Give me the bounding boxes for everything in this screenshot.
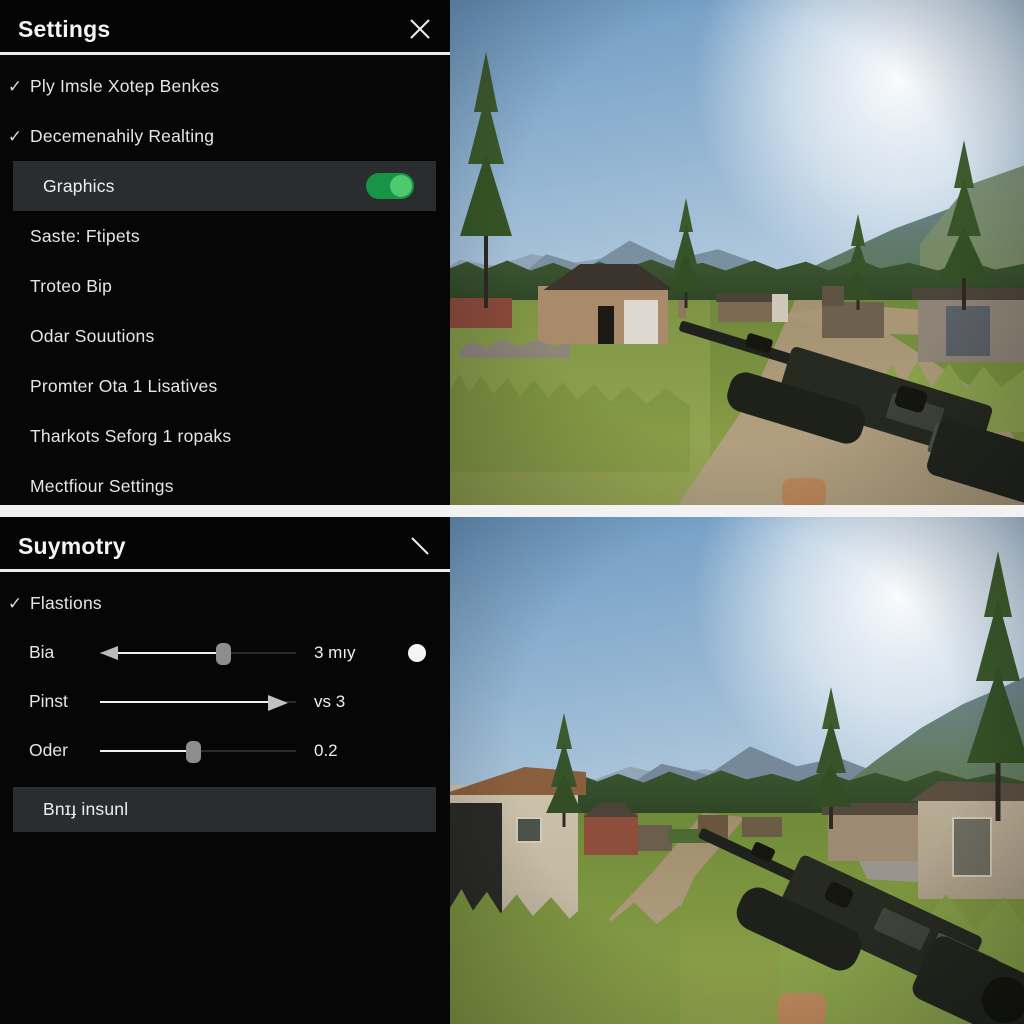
slider-value: vs 3 [314, 691, 346, 711]
player-weapon-rifle [630, 717, 1024, 1024]
panel-header-top: Settings [0, 0, 450, 55]
diagonal-slash-icon[interactable] [408, 534, 432, 558]
slider-label: Bia [29, 642, 55, 662]
bottom-half: Suymotry ✓ Flastions Bia 3 mıy Pinst vs … [0, 517, 1024, 1024]
game-viewport-top [450, 0, 1024, 507]
list-item-flastions[interactable]: ✓ Flastions [0, 578, 450, 628]
slider-track-fill [100, 749, 192, 752]
list-item[interactable]: ✓ Ply Imsle Xotep Benkes [0, 61, 450, 111]
settings-list-top: ✓ Ply Imsle Xotep Benkes ✓ Decemenahily … [0, 53, 450, 507]
slider-value: 3 mıy [314, 642, 356, 662]
list-item-label: Mectfiour Settings [30, 475, 174, 496]
list-item-label: Saste: Ftipets [30, 225, 140, 246]
page-title: Settings [18, 16, 111, 42]
action-row-label: Bnɪɟ insunl [43, 799, 129, 819]
list-item[interactable]: Troteo Bip [0, 261, 450, 311]
list-item[interactable]: Odar Souutions [0, 311, 450, 361]
slider-row-bia[interactable]: Bia 3 mıy [0, 628, 450, 677]
slider-label: Pinst [29, 691, 68, 711]
panel-header-bottom: Suymotry [0, 517, 450, 572]
slider-row-pinst[interactable]: Pinst vs 3 [0, 677, 450, 726]
player-hand [782, 478, 826, 507]
checkmark-icon: ✓ [7, 593, 23, 613]
slider-left-arrow-icon[interactable] [100, 645, 118, 660]
slider-track[interactable] [100, 690, 296, 714]
page-title: Suymotry [18, 533, 126, 559]
checkmark-icon: ✓ [7, 76, 23, 96]
left-house-window [516, 817, 542, 843]
list-item[interactable]: Promter Ota 1 Lisatives [0, 361, 450, 411]
settings-list-bottom: ✓ Flastions Bia 3 mıy Pinst vs 3 Oder 0.… [0, 570, 450, 832]
list-item-label: Promter Ota 1 Lisatives [30, 375, 218, 396]
list-item-label: Flastions [30, 592, 102, 613]
graphics-toggle[interactable] [366, 173, 414, 199]
list-item-label: Troteo Bip [30, 275, 113, 296]
slider-right-arrow-icon[interactable] [268, 694, 288, 711]
list-item[interactable]: ✓ Decemenahily Realting [0, 111, 450, 161]
close-icon[interactable] [408, 17, 432, 41]
list-item-graphics[interactable]: Graphics [13, 161, 436, 211]
list-item[interactable]: Mectfiour Settings [0, 461, 450, 507]
settings-panel-top: Settings ✓ Ply Imsle Xotep Benkes ✓ Dece… [0, 0, 450, 507]
rifle-stock [924, 416, 1024, 507]
list-item[interactable]: Tharkots Seforg 1 ropaks [0, 411, 450, 461]
slider-thumb[interactable] [216, 642, 231, 665]
top-half: Settings ✓ Ply Imsle Xotep Benkes ✓ Dece… [0, 0, 1024, 507]
player-weapon-rifle [630, 200, 1024, 507]
slider-thumb[interactable] [186, 740, 201, 763]
app-screen: Settings ✓ Ply Imsle Xotep Benkes ✓ Dece… [0, 0, 1024, 1024]
list-item[interactable]: Saste: Ftipets [0, 211, 450, 261]
tree-left-large [452, 52, 520, 308]
slider-label: Oder [29, 740, 68, 760]
slider-track-fill [100, 700, 272, 703]
list-item-label: Ply Imsle Xotep Benkes [30, 75, 220, 96]
slider-track[interactable] [100, 641, 296, 665]
slider-value: 0.2 [314, 740, 338, 760]
list-item-label: Tharkots Seforg 1 ropaks [30, 425, 232, 446]
action-row-bnig-insunl[interactable]: Bnɪɟ insunl [13, 787, 436, 832]
list-item-label: Graphics [43, 175, 115, 196]
checkmark-icon: ✓ [7, 126, 23, 146]
tree-center-left [544, 713, 584, 827]
list-item-label: Decemenahily Realting [30, 125, 215, 146]
house-door [598, 306, 614, 344]
slider-track-fill [118, 651, 224, 654]
toggle-knob [390, 175, 412, 197]
settings-panel-bottom: Suymotry ✓ Flastions Bia 3 mıy Pinst vs … [0, 517, 450, 1024]
list-item-label: Odar Souutions [30, 325, 155, 346]
game-viewport-bottom [450, 517, 1024, 1024]
player-hand [778, 993, 826, 1024]
slider-track[interactable] [100, 739, 296, 763]
slider-row-oder[interactable]: Oder 0.2 [0, 726, 450, 775]
slider-trailing-dot-icon[interactable] [408, 643, 426, 662]
